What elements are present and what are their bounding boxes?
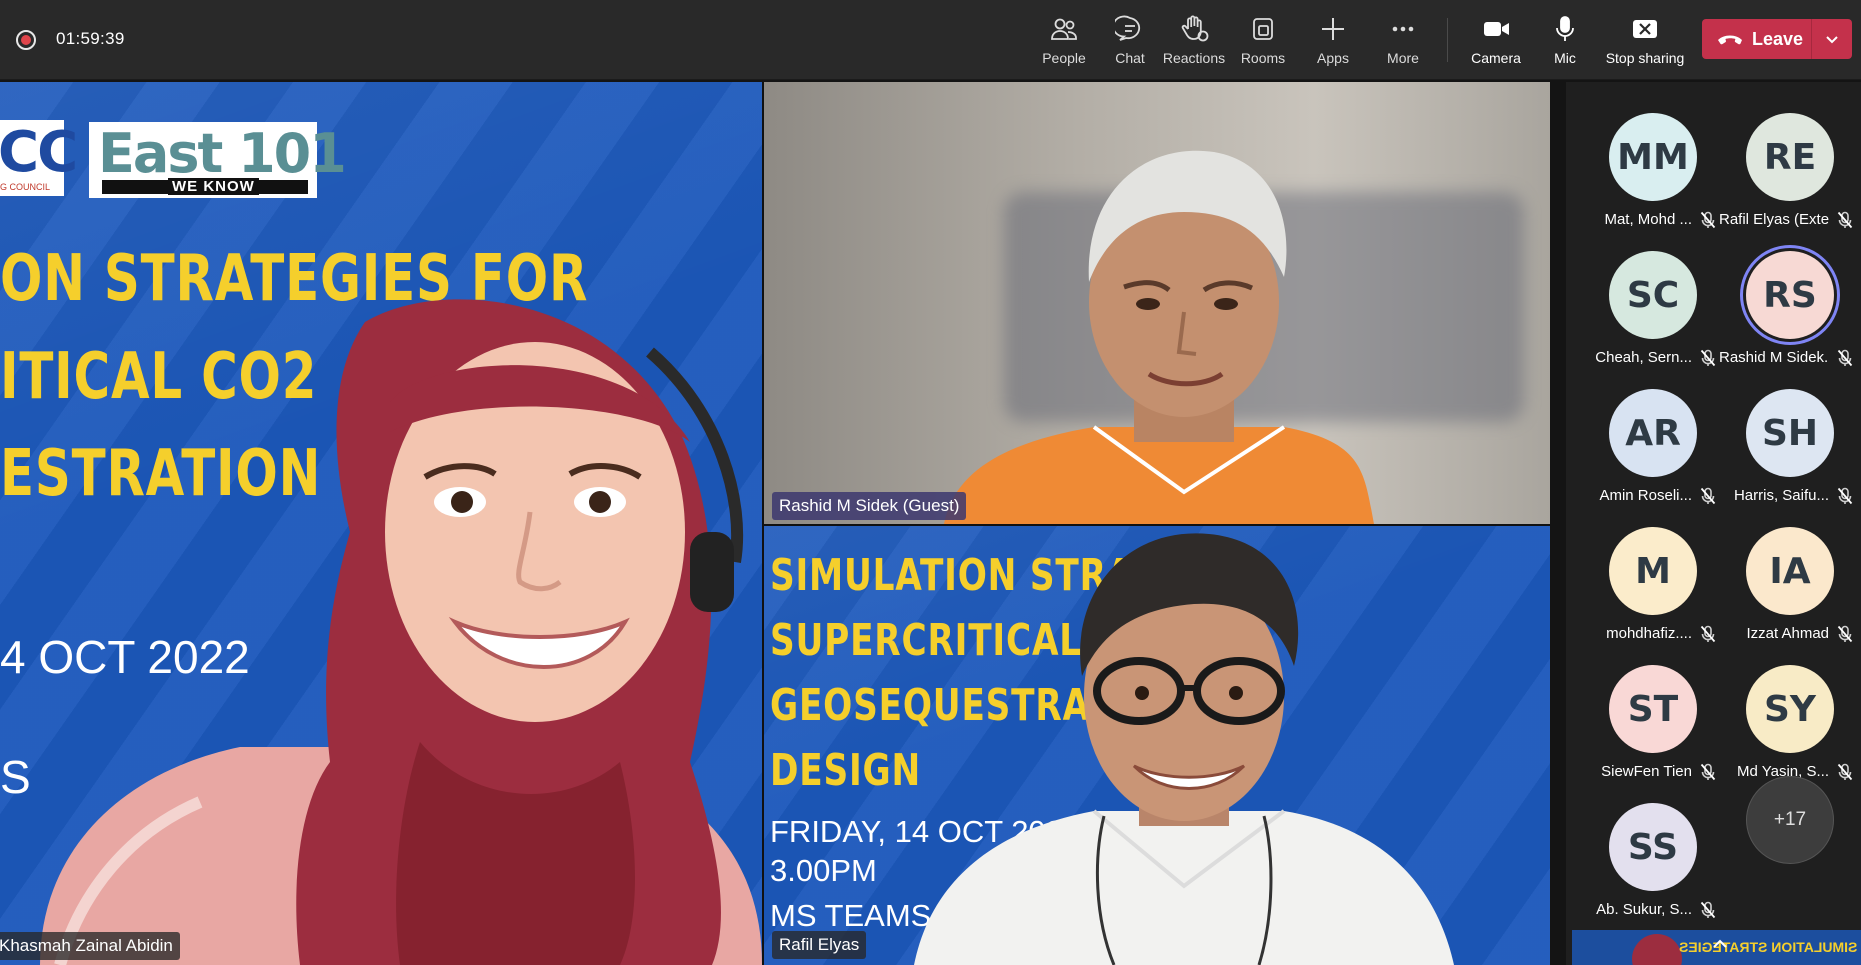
participant-gallery: MM Mat, Mohd ... RE Rafil Elyas (Exte... SC C…: [1566, 82, 1861, 965]
people-icon: [1051, 18, 1077, 40]
chevron-up-icon[interactable]: [1712, 936, 1728, 948]
participant-tile[interactable]: MM Mat, Mohd ...: [1582, 101, 1720, 231]
participant-tile[interactable]: SS Ab. Sukur, S...: [1582, 791, 1720, 921]
participant-avatar: M: [1609, 527, 1697, 615]
people-button[interactable]: People: [1032, 10, 1096, 70]
participant-tile[interactable]: AR Amin Roseli...: [1582, 377, 1720, 507]
participant-name: mohdhafiz....: [1606, 625, 1692, 642]
raise-hand-icon: [1181, 15, 1209, 42]
rooms-icon: [1253, 18, 1273, 40]
participant-video-rafil: [914, 533, 1454, 965]
participant-name-tag: Rafil Elyas: [772, 931, 867, 959]
camera-icon: [1484, 22, 1509, 36]
participant-name: Ab. Sukur, S...: [1596, 901, 1692, 918]
participant-name: Cheah, Sern...: [1595, 349, 1692, 366]
mic-muted-icon: [1700, 625, 1716, 643]
mic-muted-icon: [1837, 625, 1853, 643]
meeting-toolbar: 01:59:39 People Chat Reactions Rooms App…: [0, 0, 1861, 80]
participant-avatar: SH: [1746, 389, 1834, 477]
video-tile-presenter[interactable]: CC G COUNCIL East 101 WE KNOW ON STRATEG…: [0, 82, 762, 965]
participant-tile[interactable]: SC Cheah, Sern...: [1582, 239, 1720, 369]
mic-muted-icon: [1837, 487, 1853, 505]
participant-name: Rashid M Sidek...: [1719, 349, 1829, 366]
participant-tile[interactable]: RS Rashid M Sidek...: [1719, 239, 1857, 369]
participant-avatar: SS: [1609, 803, 1697, 891]
participant-avatar: IA: [1746, 527, 1834, 615]
participant-avatar: ST: [1609, 665, 1697, 753]
chat-icon: [1115, 15, 1141, 41]
participant-avatar: SY: [1746, 665, 1834, 753]
participant-name: SiewFen Tien: [1601, 763, 1692, 780]
toolbar-divider: [1447, 18, 1448, 62]
participant-tile[interactable]: RE Rafil Elyas (Exte...: [1719, 101, 1857, 231]
reactions-button[interactable]: Reactions: [1162, 10, 1226, 70]
video-stage: CC G COUNCIL East 101 WE KNOW ON STRATEG…: [0, 82, 1550, 965]
mic-muted-icon: [1700, 763, 1716, 781]
plus-icon: [1322, 18, 1344, 40]
mic-muted-icon: [1837, 349, 1853, 367]
recording-indicator-icon: [16, 30, 36, 50]
stop-share-icon: [1633, 20, 1657, 38]
overflow-count-badge: +17: [1746, 776, 1834, 864]
participant-name: Mat, Mohd ...: [1604, 211, 1692, 228]
participant-tile[interactable]: Mmohdhafiz....: [1582, 515, 1720, 645]
more-dots-icon: [1392, 26, 1414, 32]
mic-muted-icon: [1700, 349, 1716, 367]
participant-tile[interactable]: ST SiewFen Tien: [1582, 653, 1720, 783]
mic-muted-icon: [1700, 211, 1716, 229]
participant-video-khasmah: [40, 299, 762, 965]
leave-button-group: Leave: [1702, 19, 1852, 59]
rooms-button[interactable]: Rooms: [1236, 10, 1290, 70]
teams-meeting-window: 01:59:39 People Chat Reactions Rooms App…: [0, 0, 1861, 965]
chat-button[interactable]: Chat: [1106, 10, 1154, 70]
hang-up-icon: [1718, 35, 1742, 45]
apps-button[interactable]: Apps: [1308, 10, 1358, 70]
leave-button[interactable]: Leave: [1702, 19, 1812, 59]
chevron-down-icon: [1826, 36, 1838, 44]
mic-muted-icon: [1837, 211, 1853, 229]
overflow-participants[interactable]: +17: [1719, 764, 1857, 894]
mic-muted-icon: [1700, 901, 1716, 919]
participant-avatar: RS: [1746, 251, 1834, 339]
participant-video-rashid: [944, 150, 1374, 524]
participant-name: Izzat Ahmad: [1746, 625, 1829, 642]
mirrored-slide-text: SIMULATION STRATEGIES: [1678, 939, 1857, 955]
mic-muted-icon: [1700, 487, 1716, 505]
participant-name-tag: Khasmah Zainal Abidin: [0, 932, 180, 960]
mic-button[interactable]: Mic: [1540, 10, 1590, 70]
video-tile-guest[interactable]: Rashid M Sidek (Guest): [764, 82, 1550, 524]
more-button[interactable]: More: [1378, 10, 1428, 70]
leave-options-dropdown[interactable]: [1812, 19, 1852, 59]
participant-tile[interactable]: SH Harris, Saifu...: [1719, 377, 1857, 507]
participant-avatar: MM: [1609, 113, 1697, 201]
participant-avatar: SC: [1609, 251, 1697, 339]
participant-name: Rafil Elyas (Exte...: [1719, 211, 1829, 228]
participant-avatar: AR: [1609, 389, 1697, 477]
participant-name: Harris, Saifu...: [1733, 487, 1829, 504]
participant-name: Amin Roseli...: [1599, 487, 1692, 504]
camera-button[interactable]: Camera: [1466, 10, 1526, 70]
microphone-icon: [1556, 16, 1574, 41]
meeting-timer: 01:59:39: [56, 29, 125, 48]
video-tile-speaker[interactable]: SIMULATION STRATEG SUPERCRITICAL CO2 GEO…: [764, 526, 1550, 965]
participant-name-tag: Rashid M Sidek (Guest): [772, 492, 967, 520]
participant-avatar: RE: [1746, 113, 1834, 201]
participant-tile[interactable]: IA Izzat Ahmad: [1719, 515, 1857, 645]
stop-sharing-button[interactable]: Stop sharing: [1600, 10, 1690, 70]
